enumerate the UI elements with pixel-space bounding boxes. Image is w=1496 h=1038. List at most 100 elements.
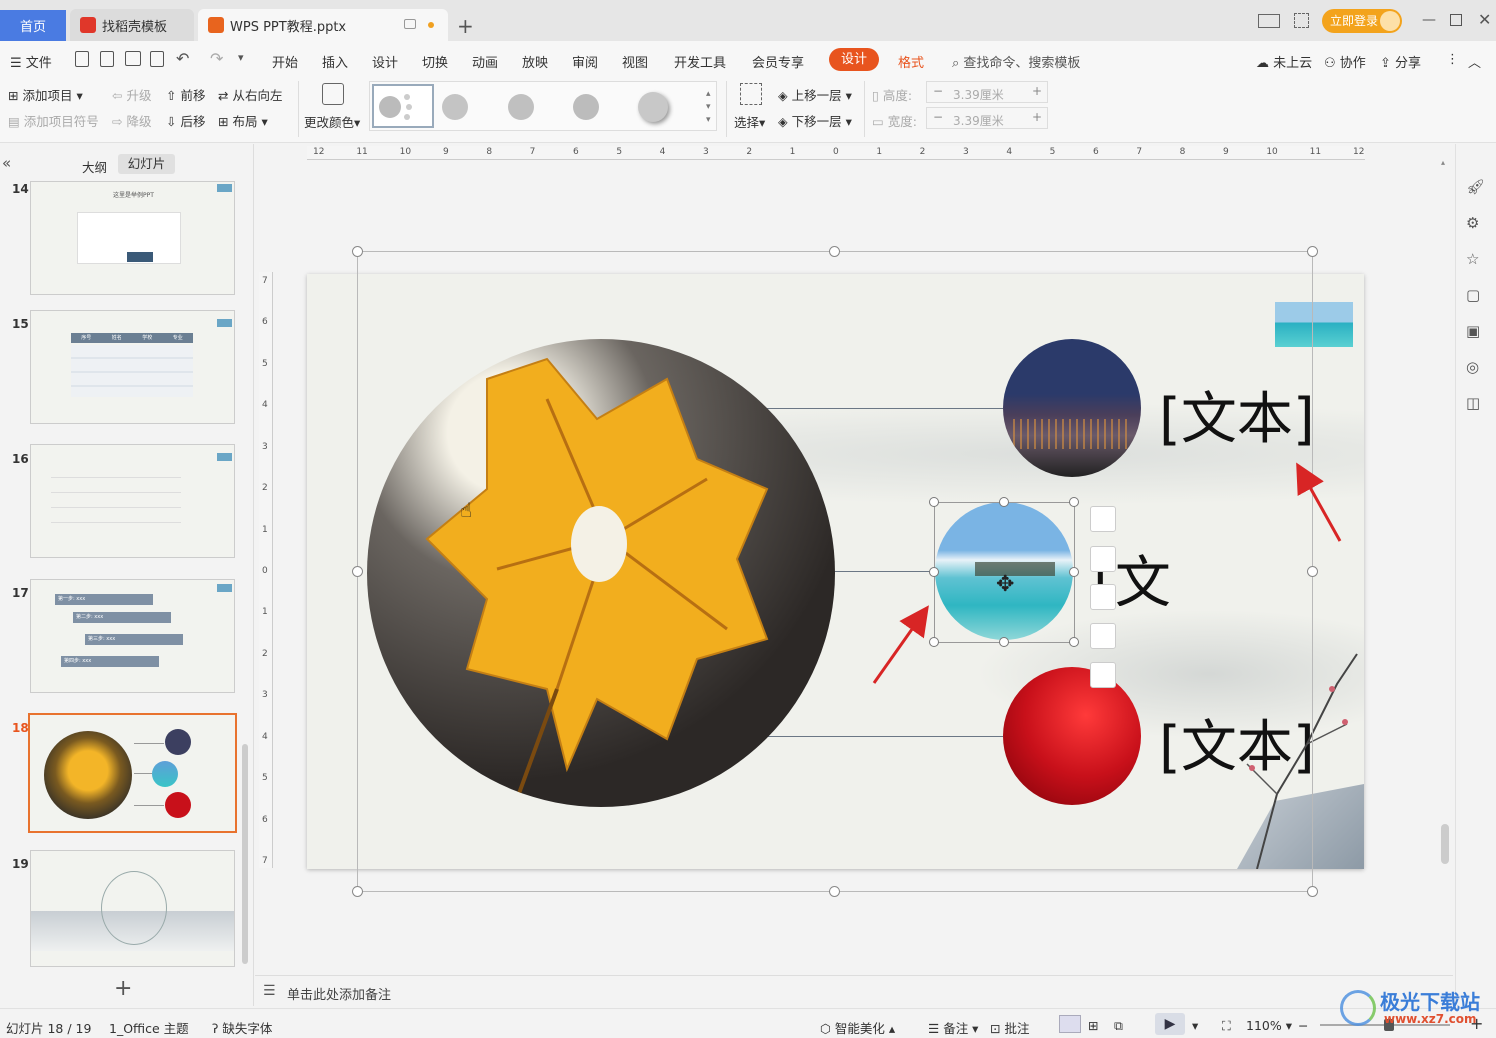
select-button[interactable]: 选择▾ [734, 112, 765, 131]
menu-smartart-design[interactable]: 设计 [829, 48, 879, 71]
resize-handle[interactable] [352, 886, 363, 897]
notes-toggle[interactable]: ☰ 备注 ▾ [928, 1018, 978, 1037]
slide-thumb-18[interactable] [28, 713, 237, 833]
new-tab-icon[interactable]: + [457, 14, 474, 38]
fit-window-icon[interactable]: ⛶ [1222, 1018, 1231, 1034]
menu-member[interactable]: 会员专享 [752, 52, 804, 71]
menu-view[interactable]: 视图 [622, 52, 648, 71]
star-icon[interactable]: ☆ [1466, 250, 1486, 270]
layout-icon[interactable] [1258, 14, 1280, 28]
forward-button[interactable]: ⇧ 前移 [166, 85, 205, 104]
style-option-1[interactable] [372, 84, 434, 128]
add-slide-icon[interactable]: + [114, 976, 132, 1001]
zoom-value[interactable]: 110% ▾ [1246, 1018, 1292, 1033]
settings-sliders-icon[interactable]: ⚙ [1466, 214, 1486, 234]
save-icon[interactable] [75, 51, 89, 67]
missing-font-button[interactable]: ʔ 缺失字体 [212, 1018, 272, 1037]
resize-handle[interactable] [352, 246, 363, 257]
menu-transition[interactable]: 切换 [422, 52, 448, 71]
theme-name[interactable]: 1_Office 主题 [109, 1018, 189, 1037]
maximize-icon[interactable] [1450, 14, 1462, 26]
login-button[interactable]: 立即登录 [1322, 9, 1402, 33]
print-preview-icon[interactable] [150, 51, 164, 67]
v-scrollbar-thumb[interactable] [1441, 824, 1449, 864]
share-button[interactable]: ⇪ 分享 [1380, 52, 1421, 71]
play-options-icon[interactable]: ▾ [1192, 1018, 1198, 1033]
main-leaf-image[interactable] [367, 339, 835, 807]
add-item-button[interactable]: ⊞ 添加项目 ▾ [8, 85, 83, 104]
gallery-scroll-icon[interactable]: ▴ ▾ ▾ [706, 88, 711, 127]
export-pdf-icon[interactable] [100, 51, 114, 67]
minimize-icon[interactable]: — [1422, 12, 1436, 28]
change-color-button[interactable]: 更改颜色▾ [304, 112, 360, 131]
zoom-in-icon[interactable]: + [1470, 1014, 1483, 1033]
slide-thumb-14[interactable]: 这里是举例PPT [30, 181, 235, 295]
menu-format[interactable]: 格式 [898, 52, 924, 71]
template-icon[interactable]: ▢ [1466, 286, 1486, 306]
right-to-left-button[interactable]: ⇄ 从右向左 [218, 85, 282, 104]
backward-button[interactable]: ⇩ 后移 [166, 111, 205, 130]
play-slideshow-icon[interactable]: ▶ [1155, 1013, 1185, 1035]
normal-view-icon[interactable] [1059, 1015, 1081, 1033]
send-backward-button[interactable]: ◈ 下移一层 ▾ [778, 111, 852, 130]
downgrade-button[interactable]: ⇨ 降级 [112, 111, 151, 130]
redo-icon[interactable]: ↷ [210, 49, 223, 68]
v-scroll-up-icon[interactable]: ▴ [1441, 154, 1449, 194]
collapse-ribbon-icon[interactable]: ︿ [1468, 52, 1481, 71]
style-option-3[interactable] [508, 94, 534, 120]
image-icon[interactable]: ▣ [1466, 322, 1486, 342]
style-option-4[interactable] [573, 94, 599, 120]
tab-templates[interactable]: 找稻壳模板 [70, 9, 194, 41]
style-option-2[interactable] [442, 94, 468, 120]
menu-home[interactable]: 开始 [272, 52, 298, 71]
menu-developer[interactable]: 开发工具 [674, 52, 726, 71]
slide-text-1[interactable]: [文本] [1159, 374, 1315, 455]
file-menu[interactable]: ☰ 文件 [10, 52, 52, 71]
monitor-icon[interactable] [404, 19, 416, 29]
rocket-icon[interactable]: 🚀︎ [1466, 178, 1486, 198]
tab-document[interactable]: WPS PPT教程.pptx [198, 9, 448, 41]
zoom-out-icon[interactable]: − [1298, 1018, 1308, 1033]
compass-icon[interactable]: ◎ [1466, 358, 1486, 378]
collab-button[interactable]: ⚇ 协作 [1324, 52, 1366, 71]
undo-icon[interactable]: ↶ [176, 49, 189, 68]
height-field[interactable]: − 3.39厘米 + [926, 81, 1048, 103]
menu-review[interactable]: 审阅 [572, 52, 598, 71]
quick-access-dropdown-icon[interactable]: ▾ [238, 51, 244, 64]
tab-home[interactable]: 首页 [0, 10, 66, 41]
style-option-5[interactable] [638, 92, 668, 122]
menu-insert[interactable]: 插入 [322, 52, 348, 71]
resize-handle[interactable] [829, 886, 840, 897]
menu-slideshow[interactable]: 放映 [522, 52, 548, 71]
resize-handle[interactable] [1307, 886, 1318, 897]
height-decrement-icon[interactable]: − [933, 84, 943, 98]
slide-thumb-17[interactable]: 第一步: xxx 第二步: xxx 第三步: xxx 第四步: xxx [30, 579, 235, 693]
notes-bar[interactable]: ☰ 单击此处添加备注 [255, 975, 1453, 1007]
bring-forward-button[interactable]: ◈ 上移一层 ▾ [778, 85, 852, 104]
resize-handle[interactable] [1307, 246, 1318, 257]
panel-scrollbar[interactable] [242, 744, 248, 964]
slide-thumb-15[interactable]: 序号 姓名 学校 专业 [30, 310, 235, 424]
resize-handle[interactable] [352, 566, 363, 577]
close-icon[interactable]: ✕ [1478, 10, 1491, 29]
book-icon[interactable]: ◫ [1466, 394, 1486, 414]
tab-outline[interactable]: 大纲 [82, 157, 107, 176]
select-icon[interactable] [740, 83, 762, 105]
width-decrement-icon[interactable]: − [933, 110, 943, 124]
search-box[interactable]: ⌕ 查找命令、搜索模板 [952, 52, 1080, 71]
slide-thumb-16[interactable] [30, 444, 235, 558]
beautify-button[interactable]: ⬡ 智能美化 ▴ [820, 1018, 895, 1037]
upgrade-button[interactable]: ⇦ 升级 [112, 85, 151, 104]
tab-slides[interactable]: 幻灯片 [118, 154, 175, 174]
height-increment-icon[interactable]: + [1032, 84, 1042, 98]
resize-handle[interactable] [829, 246, 840, 257]
apps-grid-icon[interactable] [1294, 13, 1309, 28]
print-icon[interactable] [125, 51, 141, 66]
corner-beach-image[interactable] [1275, 302, 1353, 347]
cloud-status[interactable]: ☁ 未上云 [1256, 52, 1312, 71]
collapse-panel-icon[interactable]: « [2, 154, 11, 172]
menu-design[interactable]: 设计 [372, 52, 398, 71]
sorter-view-icon[interactable]: ⊞ [1088, 1018, 1098, 1033]
menu-animation[interactable]: 动画 [472, 52, 498, 71]
zoom-slider-thumb[interactable] [1384, 1019, 1394, 1031]
